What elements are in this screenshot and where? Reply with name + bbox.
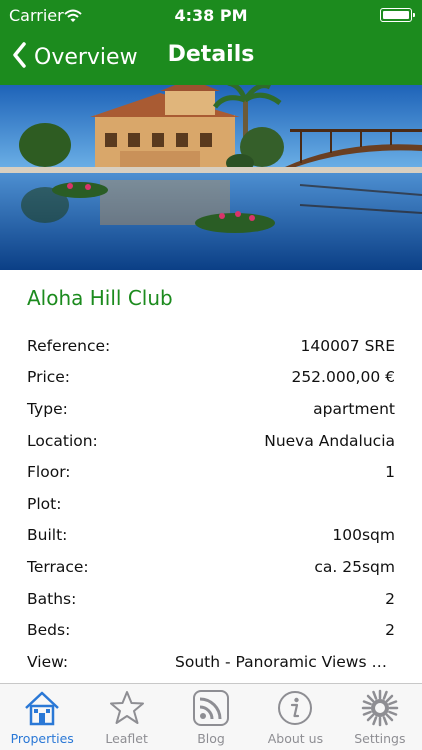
detail-label: Built: — [27, 526, 68, 545]
rss-icon — [191, 688, 231, 728]
detail-value: 140007 SRE — [300, 336, 396, 355]
tab-about-us[interactable]: About us — [253, 684, 337, 750]
detail-value: 100sqm — [332, 526, 395, 545]
detail-value: 1 — [385, 463, 395, 482]
gear-icon — [360, 688, 400, 728]
detail-row-built: Built: 100sqm — [27, 520, 395, 552]
detail-label: Baths: — [27, 589, 77, 608]
detail-label: Floor: — [27, 463, 71, 482]
detail-value: 252.000,00 € — [291, 368, 395, 387]
detail-label: Location: — [27, 431, 98, 450]
detail-row-reference: Reference: 140007 SRE — [27, 330, 395, 362]
detail-label: Type: — [27, 399, 68, 418]
detail-value: apartment — [313, 399, 395, 418]
detail-label: View: — [27, 652, 69, 671]
detail-value: Nueva Andalucia — [264, 431, 395, 450]
detail-value: 2 — [385, 589, 395, 608]
info-icon — [275, 688, 315, 728]
detail-row-view: View: South - Panoramic Views o… — [27, 646, 395, 678]
detail-row-type: Type: apartment — [27, 393, 395, 425]
detail-label: Beds: — [27, 621, 71, 640]
detail-row-location: Location: Nueva Andalucia — [27, 425, 395, 457]
tab-properties[interactable]: Properties — [0, 684, 84, 750]
detail-row-price: Price: 252.000,00 € — [27, 362, 395, 394]
tab-label: Blog — [197, 731, 225, 746]
property-photo[interactable] — [0, 85, 422, 270]
detail-row-terrace: Terrace: ca. 25sqm — [27, 551, 395, 583]
property-details: Aloha Hill Club Reference: 140007 SRE Pri… — [27, 270, 395, 678]
detail-row-plot: Plot: — [27, 488, 395, 520]
back-button-label: Overview — [34, 44, 138, 70]
back-button[interactable]: Overview — [12, 40, 138, 74]
navigation-header: Carrier 4:38 PM Overview Details — [0, 0, 422, 85]
detail-row-floor: Floor: 1 — [27, 456, 395, 488]
property-title: Aloha Hill Club — [27, 286, 173, 310]
detail-row-baths: Baths: 2 — [27, 583, 395, 615]
tab-settings[interactable]: Settings — [338, 684, 422, 750]
status-bar: Carrier 4:38 PM — [0, 0, 422, 32]
battery-icon — [380, 8, 415, 22]
tab-label: Properties — [10, 731, 74, 746]
detail-label: Reference: — [27, 336, 111, 355]
clock-label: 4:38 PM — [174, 6, 248, 25]
tab-label: About us — [267, 731, 324, 746]
star-icon — [107, 688, 147, 728]
detail-label: Terrace: — [27, 557, 89, 576]
detail-value: South - Panoramic Views o… — [175, 652, 395, 671]
tab-label: Leaflet — [105, 731, 148, 746]
tab-bar: Properties Leaflet Blog About us Setting… — [0, 683, 422, 750]
detail-label: Price: — [27, 368, 71, 387]
detail-label: Plot: — [27, 494, 62, 513]
tab-label: Settings — [354, 731, 406, 746]
house-icon — [22, 688, 62, 728]
chevron-left-icon — [12, 42, 26, 72]
detail-list: Reference: 140007 SRE Price: 252.000,00 € … — [27, 330, 395, 678]
tab-leaflet[interactable]: Leaflet — [84, 684, 168, 750]
detail-row-beds: Beds: 2 — [27, 614, 395, 646]
tab-blog[interactable]: Blog — [169, 684, 253, 750]
detail-value: ca. 25sqm — [314, 557, 395, 576]
detail-value: 2 — [385, 621, 395, 640]
